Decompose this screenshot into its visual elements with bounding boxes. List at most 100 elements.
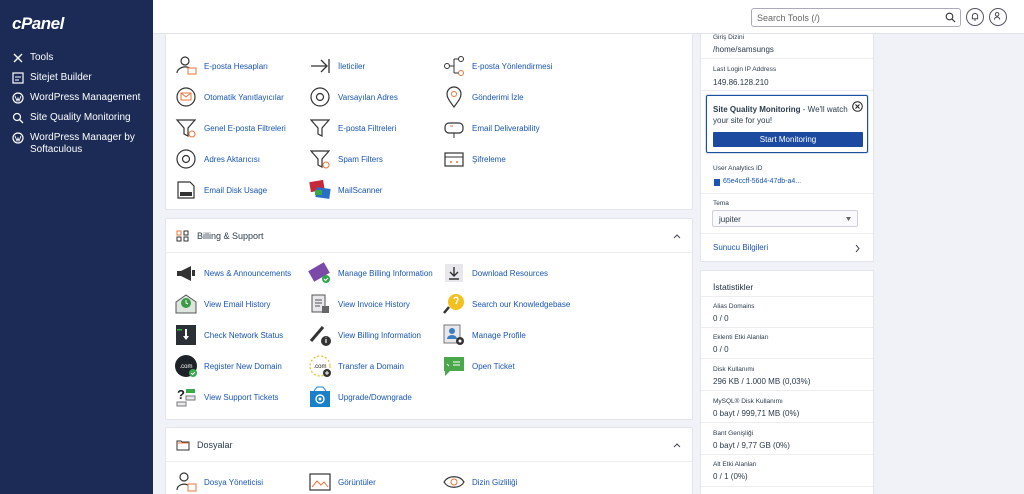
tools-icon [13, 53, 23, 63]
svg-text:.com: .com [313, 364, 326, 370]
item-label: Transfer a Domain [338, 361, 404, 371]
view-email-history-link[interactable]: View Email History [174, 291, 271, 317]
home-dir-label: Giriş Dizini [713, 34, 745, 41]
global-email-filters-link[interactable]: Genel E-posta Filtreleri [174, 115, 286, 141]
search-placeholder: Search Tools (/) [757, 13, 820, 23]
item-label: Şifreleme [472, 154, 506, 164]
transfer-domain-link[interactable]: .com Transfer a Domain [308, 353, 404, 379]
megaphone-icon [177, 266, 195, 281]
stats-title: İstatistikler [713, 282, 754, 292]
sidebar-item-wordpress-management[interactable]: WordPress Management [12, 92, 150, 104]
item-label: E-posta Yönlendirmesi [472, 61, 553, 71]
files-panel: Dosyalar Dosya Yöneticisi Görüntüler Diz… [165, 427, 693, 494]
sidebar-item-wp-softaculous[interactable]: WordPress Manager by Softaculous [12, 132, 150, 156]
spam-filters-link[interactable]: Spam Filters [308, 146, 383, 172]
upgrade-downgrade-link[interactable]: Upgrade/Downgrade [308, 384, 412, 410]
files-header[interactable]: Dosyalar [166, 428, 692, 462]
sidebar-item-label: Sitejet Builder [30, 72, 92, 83]
view-billing-info-link[interactable]: View Billing Information [308, 322, 421, 348]
stats-header: İstatistikler [701, 271, 873, 297]
mailbox-icon [444, 122, 464, 138]
images-link[interactable]: Görüntüler [308, 469, 376, 494]
news-announcements-link[interactable]: News & Announcements [174, 260, 291, 286]
dropdown-caret-icon [846, 217, 851, 221]
address-importer-link[interactable]: Adres Aktarıcısı [174, 146, 260, 172]
download-icon [445, 264, 463, 282]
stat-row: Eklenti Etki Alanları 0 / 0 [701, 328, 873, 359]
file-manager-link[interactable]: Dosya Yöneticisi [174, 469, 263, 494]
sidebar-item-site-quality[interactable]: Site Quality Monitoring [12, 112, 150, 124]
item-label: Genel E-posta Filtreleri [204, 123, 286, 133]
stat-value: 0 / 0 [713, 345, 729, 354]
encryption-icon [444, 152, 464, 167]
last-login-label: Last Login IP Address [713, 66, 777, 73]
email-filters-link[interactable]: E-posta Filtreleri [308, 115, 396, 141]
analytics-value[interactable]: 65e4ccff-56d4-47db-a4... [723, 178, 801, 185]
item-label: E-posta Hesapları [204, 61, 269, 71]
autoresponders-link[interactable]: Otomatik Yanıtlayıcılar [174, 84, 284, 110]
billing-support-header[interactable]: Billing & Support [166, 219, 692, 253]
mailscanner-link[interactable]: MailScanner [308, 177, 382, 203]
user-icon [994, 12, 1001, 20]
stat-label: Eklenti Etki Alanları [713, 334, 769, 341]
spam-filter-icon [309, 150, 331, 169]
sidebar-item-label: Site Quality Monitoring [30, 112, 131, 123]
billing-grid-icon [176, 230, 189, 242]
default-address-link[interactable]: Varsayılan Adres [308, 84, 398, 110]
directory-privacy-link[interactable]: Dizin Gizliliği [442, 469, 517, 494]
search-input[interactable]: Search Tools (/) [751, 8, 961, 27]
item-label: İleticiler [338, 61, 366, 71]
item-label: View Support Tickets [204, 392, 279, 402]
wordpress-icon [12, 92, 24, 104]
server-info-row[interactable]: Sunucu Bilgileri [701, 234, 873, 262]
register-domain-link[interactable]: .com Register New Domain [174, 353, 282, 379]
chevron-up-icon[interactable] [672, 440, 682, 450]
email-disk-usage-link[interactable]: Email Disk Usage [174, 177, 267, 203]
search-icon[interactable] [945, 12, 956, 23]
view-invoice-history-link[interactable]: View Invoice History [308, 291, 410, 317]
server-info-link[interactable]: Sunucu Bilgileri [713, 243, 768, 252]
manage-profile-link[interactable]: Manage Profile [442, 322, 526, 348]
item-label: Email Disk Usage [204, 185, 268, 195]
sidebar-item-tools[interactable]: Tools [12, 52, 150, 64]
forwarders-link[interactable]: İleticiler [308, 53, 365, 79]
manage-billing-link[interactable]: Manage Billing Information [308, 260, 433, 286]
analytics-label: User Analytics ID [713, 165, 763, 172]
view-support-tickets-link[interactable]: ? View Support Tickets [174, 384, 279, 410]
email-routing-link[interactable]: E-posta Yönlendirmesi [442, 53, 552, 79]
email-deliverability-link[interactable]: Email Deliverability [442, 115, 540, 141]
theme-select[interactable]: jupiter [712, 210, 858, 227]
last-login-row: Last Login IP Address 149.86.128.210 [701, 59, 873, 91]
last-login-value: 149.86.128.210 [713, 78, 769, 87]
search-knowledgebase-link[interactable]: Search our Knowledgebase [442, 291, 570, 317]
track-delivery-link[interactable]: Gönderimi İzle [442, 84, 524, 110]
notifications-button[interactable] [966, 8, 984, 26]
item-label: Dizin Gizliliği [472, 477, 518, 487]
check-network-status-link[interactable]: Check Network Status [174, 322, 283, 348]
user-menu-button[interactable] [989, 8, 1007, 26]
lightbulb-search-icon [443, 294, 464, 314]
open-ticket-link[interactable]: Open Ticket [442, 353, 515, 379]
stat-value: 0 / 1 (0%) [713, 472, 748, 481]
close-icon[interactable] [852, 101, 863, 112]
cpanel-logo[interactable]: cPanel [12, 14, 64, 34]
download-resources-link[interactable]: Download Resources [442, 260, 548, 286]
chevron-up-icon[interactable] [672, 231, 682, 241]
wordpress-icon [12, 132, 24, 144]
support-tickets-icon: ? [176, 387, 196, 407]
encryption-link[interactable]: Şifreleme [442, 146, 506, 172]
stat-value: 0 / 0 [713, 314, 729, 323]
autoresponder-icon [176, 87, 196, 107]
sidebar-item-label: WordPress Management [30, 92, 141, 103]
sidebar-item-sitejet[interactable]: Sitejet Builder [12, 72, 150, 84]
item-label: E-posta Filtreleri [338, 123, 397, 133]
stat-value: 296 KB / 1.000 MB (0,03%) [713, 377, 811, 386]
promo-title: Site Quality Monitoring [713, 105, 801, 114]
item-label: View Billing Information [338, 330, 422, 340]
routing-icon [444, 56, 464, 76]
email-accounts-link[interactable]: E-posta Hesapları [174, 53, 268, 79]
site-quality-promo: Site Quality Monitoring - We'll watch yo… [706, 95, 868, 153]
copy-icon[interactable] [714, 179, 720, 186]
search-icon [12, 112, 24, 124]
start-monitoring-button[interactable]: Start Monitoring [713, 132, 863, 147]
